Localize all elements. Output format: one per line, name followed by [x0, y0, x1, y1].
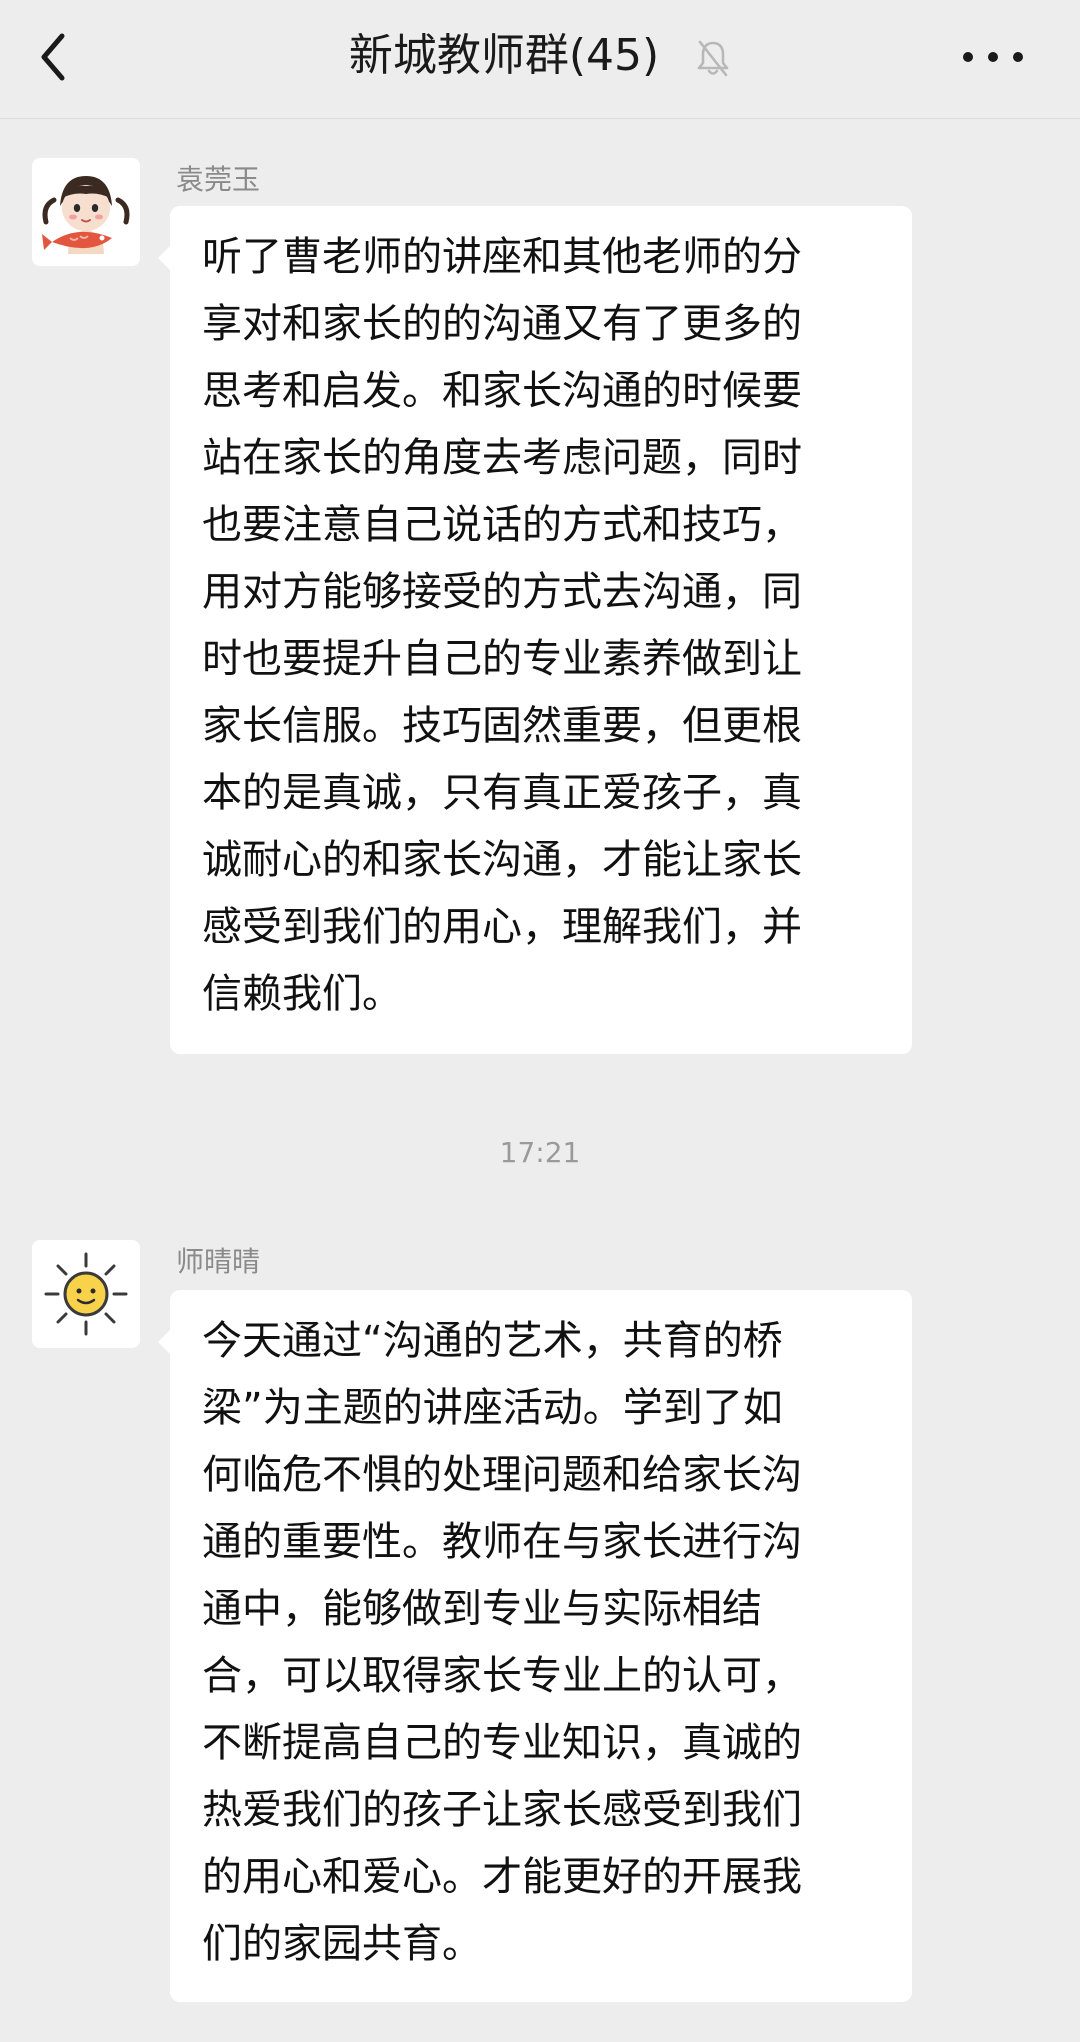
bell-off-icon	[695, 34, 731, 77]
chat-title-row: 新城教师群(45)	[0, 26, 1080, 86]
message-bubble[interactable]: 听了曹老师的讲座和其他老师的分 享对和家长的的沟通又有了更多的 思考和启发。和家…	[158, 206, 912, 1054]
sender-name: 师晴晴	[176, 1245, 261, 1278]
chat-header: 新城教师群(45)	[0, 0, 1080, 119]
chat-title: 新城教师群(45)	[348, 30, 660, 81]
message-timestamp: 17:21	[499, 1136, 581, 1169]
sun-avatar[interactable]	[32, 1240, 140, 1348]
girl-with-fish-avatar[interactable]	[32, 158, 140, 266]
more-icon	[963, 52, 1023, 62]
message-bubble[interactable]: 今天通过“沟通的艺术，共育的桥 梁”为主题的讲座活动。学到了如 何临危不惧的处理…	[158, 1290, 912, 2002]
more-button[interactable]	[950, 32, 1040, 82]
sender-name: 袁莞玉	[176, 163, 261, 196]
